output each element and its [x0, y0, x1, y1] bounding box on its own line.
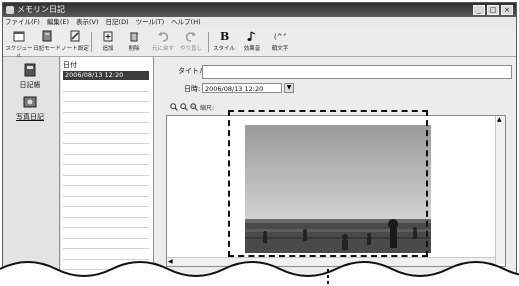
sidebar: 日記帳 写真日記: [3, 57, 60, 285]
undo-button[interactable]: 元に戻す: [149, 30, 177, 52]
torn-edge-decoration: [0, 261, 519, 286]
vertical-scrollbar[interactable]: ▲: [495, 116, 505, 264]
title-input[interactable]: [202, 65, 512, 79]
note-settings-label: ノート設定: [61, 46, 89, 52]
menu-view[interactable]: 表示(V): [76, 17, 99, 28]
list-header: 日付: [63, 61, 77, 69]
bold-icon: B: [220, 30, 229, 43]
delete-icon: [130, 32, 138, 42]
entry-list: 日付 2006/08/13 12:20: [61, 57, 154, 285]
add-button[interactable]: 追加: [95, 30, 121, 52]
beach-photo: [245, 125, 431, 253]
list-item[interactable]: [63, 239, 149, 249]
list-item[interactable]: [63, 81, 149, 92]
sound-button[interactable]: 効果音: [239, 30, 265, 52]
photo-diary-icon: [23, 96, 37, 108]
add-label: 追加: [102, 46, 114, 52]
music-icon: [247, 31, 256, 41]
sidebar-item-photo-diary[interactable]: 写真日記: [6, 95, 54, 122]
list-item[interactable]: [63, 186, 149, 197]
zoom-bar: 縮尺:: [170, 102, 214, 112]
delete-button[interactable]: 削除: [121, 30, 147, 52]
svg-text:(^^): (^^): [274, 33, 286, 41]
title-bar[interactable]: メモリン日記 _ □ ×: [3, 3, 516, 17]
menu-help[interactable]: ヘルプ(H): [171, 17, 200, 28]
zoom-in-icon[interactable]: [170, 103, 178, 111]
diary-mode-label: 日記モード: [33, 46, 61, 52]
list-item[interactable]: [63, 102, 149, 113]
list-item-selected[interactable]: 2006/08/13 12:20: [63, 71, 149, 80]
delete-label: 削除: [128, 46, 140, 52]
sidebar-item-notebook[interactable]: 日記帳: [6, 63, 54, 90]
list-item[interactable]: [63, 123, 149, 134]
zoom-label: 縮尺:: [200, 104, 215, 112]
list-item[interactable]: [63, 165, 149, 176]
menu-edit[interactable]: 編集(E): [47, 17, 69, 28]
style-label: スタイル: [212, 46, 235, 52]
toolbar-divider: [208, 32, 209, 52]
minimize-button[interactable]: _: [473, 5, 485, 15]
list-item[interactable]: [63, 207, 149, 218]
diary-content-area[interactable]: ▲ ◀: [166, 115, 506, 267]
list-item[interactable]: [63, 92, 149, 102]
zoom-out-icon[interactable]: [180, 103, 188, 111]
chevron-down-icon: ▼: [286, 84, 292, 91]
toolbar-divider: [91, 32, 92, 52]
list-item[interactable]: [63, 144, 149, 155]
zoom-fit-icon[interactable]: [190, 103, 198, 111]
emoticon-button[interactable]: (^^) 顔文字: [267, 30, 293, 52]
list-item[interactable]: [63, 228, 149, 239]
redo-button[interactable]: やり直し: [177, 30, 205, 52]
schedule-button[interactable]: スケジュール: [5, 30, 33, 60]
list-item[interactable]: [63, 218, 149, 228]
maximize-button[interactable]: □: [487, 5, 499, 15]
list-item[interactable]: [63, 113, 149, 123]
svg-text:B: B: [220, 30, 229, 42]
window-title: メモリン日記: [17, 5, 65, 14]
diary-icon: [42, 30, 52, 42]
undo-icon: [158, 32, 169, 42]
menu-diary[interactable]: 日記(D): [106, 17, 129, 28]
sound-label: 効果音: [243, 46, 261, 52]
scroll-up-icon[interactable]: ▲: [497, 116, 502, 123]
redo-icon: [185, 32, 196, 42]
app-window: メモリン日記 _ □ × ファイル(F) 編集(E) 表示(V) 日記(D) ツ…: [2, 2, 517, 286]
menu-tools[interactable]: ツール(T): [136, 17, 165, 28]
redo-label: やり直し: [179, 46, 202, 52]
sidebar-item-label: 日記帳: [19, 81, 41, 89]
date-label: 日時:: [184, 85, 201, 93]
editor-pane: タイトル: 日時: 2006/08/13 12:20 ▼ 縮尺: ▲ ◀: [154, 57, 516, 285]
list-item[interactable]: [63, 134, 149, 144]
emoticon-icon: (^^): [274, 33, 291, 41]
app-icon: [6, 6, 14, 14]
date-dropdown-button[interactable]: ▼: [284, 83, 294, 93]
list-item[interactable]: [63, 197, 149, 207]
style-button[interactable]: B スタイル: [211, 30, 237, 52]
note-icon: [70, 30, 80, 42]
diary-mode-button[interactable]: 日記モード: [33, 30, 61, 52]
notebook-icon: [24, 63, 36, 77]
date-field[interactable]: 2006/08/13 12:20: [202, 83, 282, 93]
close-button[interactable]: ×: [501, 5, 513, 15]
note-settings-button[interactable]: ノート設定: [61, 30, 89, 52]
list-item[interactable]: [63, 176, 149, 186]
beach-photo-image: [245, 125, 431, 253]
toolbar: スケジュール 日記モード ノート設定 追加 削除 元に戻す やり直し B: [3, 28, 516, 60]
add-icon: [103, 31, 113, 42]
sidebar-item-label: 写真日記: [16, 113, 44, 121]
list-item[interactable]: [63, 155, 149, 165]
emoticon-label: 顔文字: [271, 46, 289, 52]
window-controls: _ □ ×: [473, 5, 513, 15]
calendar-icon: [13, 31, 25, 42]
menu-file[interactable]: ファイル(F): [5, 17, 40, 28]
menu-bar: ファイル(F) 編集(E) 表示(V) 日記(D) ツール(T) ヘルプ(H): [3, 17, 516, 28]
undo-label: 元に戻す: [151, 46, 174, 52]
